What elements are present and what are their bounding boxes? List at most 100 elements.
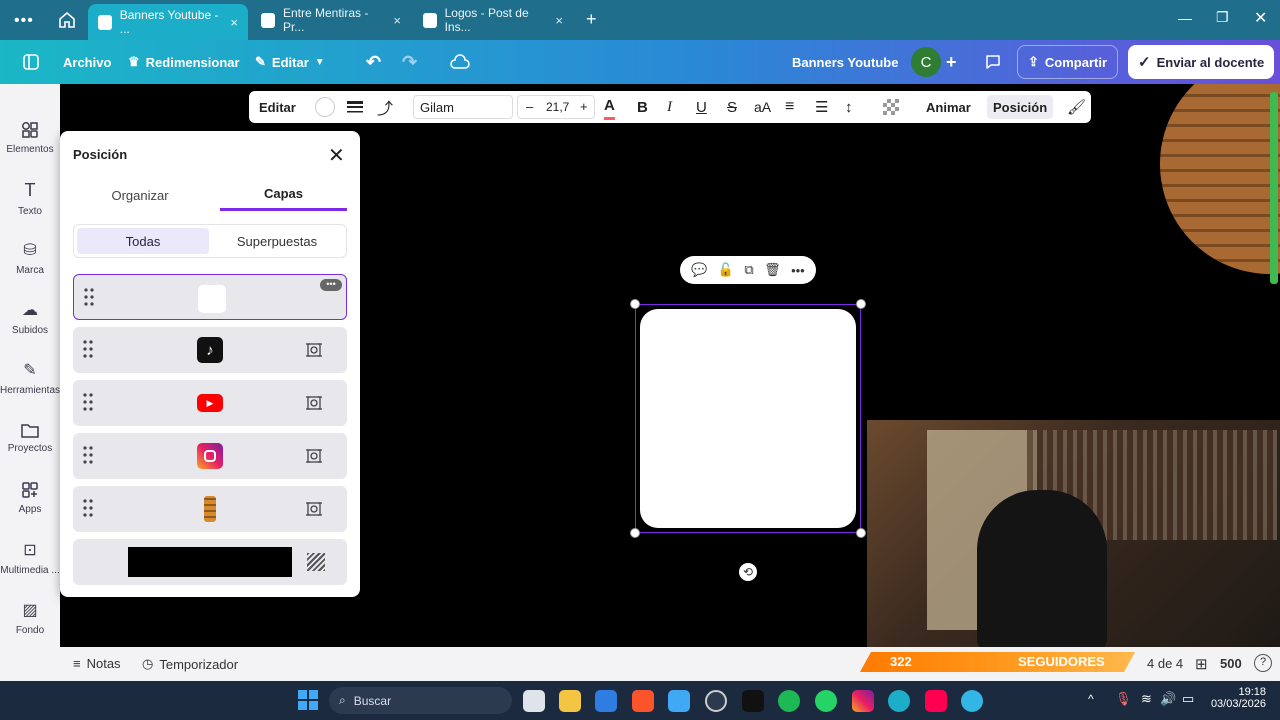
minimize-window-icon[interactable]: —	[1178, 10, 1192, 26]
wifi-icon[interactable]: ≋	[1141, 691, 1152, 707]
layer-row-tiktok[interactable]: ♪	[73, 327, 347, 373]
clock[interactable]: 19:18 03/03/2026	[1208, 686, 1266, 710]
layer-more-icon[interactable]: •••	[320, 279, 342, 291]
filter-overlapping-button[interactable]: Superpuestas	[211, 228, 343, 254]
cloud-save-icon[interactable]	[450, 40, 470, 84]
lock-icon[interactable]: 🔓	[718, 262, 734, 278]
corner-rounding-icon[interactable]: ⤴	[377, 91, 393, 123]
sidebar-item-apps[interactable]: Apps	[0, 468, 60, 528]
taskbar-search[interactable]: ⌕ Buscar	[329, 687, 512, 714]
layer-row-instagram[interactable]	[73, 433, 347, 479]
battery-icon[interactable]: ▭	[1182, 691, 1194, 707]
avatar[interactable]: C	[911, 47, 941, 77]
add-collaborator-icon[interactable]: +	[946, 40, 957, 84]
volume-icon[interactable]: 🔊	[1160, 691, 1176, 707]
notes-button[interactable]: ≡ Notas	[73, 656, 121, 671]
help-icon[interactable]: ?	[1254, 654, 1272, 672]
strikethrough-icon[interactable]: S	[727, 91, 737, 123]
tab-banners-youtube[interactable]: Banners Youtube - ... ×	[88, 4, 248, 40]
sidebar-item-tools[interactable]: ✎ Herramientas	[0, 348, 60, 408]
position-button[interactable]: Posición	[987, 95, 1054, 119]
grid-view-icon[interactable]: ⊞	[1195, 655, 1208, 673]
rotate-handle-icon[interactable]: ⟲	[739, 563, 757, 581]
animate-button[interactable]: Animar	[926, 91, 971, 123]
tab-organize[interactable]: Organizar	[73, 179, 207, 211]
resize-handle-top-right[interactable]	[856, 299, 866, 309]
drag-handle-icon[interactable]	[83, 393, 93, 411]
layer-row-background[interactable]	[73, 539, 347, 585]
resize-button[interactable]: ♛ Redimensionar	[128, 40, 240, 84]
close-tab-icon[interactable]: ×	[393, 13, 401, 28]
scroll-indicator[interactable]	[1270, 92, 1278, 284]
maximize-window-icon[interactable]: ❐	[1216, 9, 1229, 26]
send-to-teacher-button[interactable]: ✓ Enviar al docente	[1128, 45, 1275, 79]
zoom-level[interactable]: 500	[1220, 656, 1242, 671]
drag-handle-icon[interactable]	[84, 288, 94, 306]
new-tab-button[interactable]: +	[586, 9, 597, 30]
text-color-icon[interactable]: A	[604, 94, 615, 120]
bullet-list-icon[interactable]: ☰	[815, 91, 828, 123]
home-icon[interactable]	[58, 11, 76, 29]
toolbar-edit-button[interactable]: Editar	[259, 91, 296, 123]
sidebar-item-projects[interactable]: Proyectos	[0, 408, 60, 468]
design-title[interactable]: Banners Youtube	[792, 40, 898, 84]
drag-handle-icon[interactable]	[83, 499, 93, 517]
share-button[interactable]: ⇪ Compartir	[1017, 45, 1119, 79]
page-counter[interactable]: 4 de 4	[1147, 656, 1183, 671]
fill-color-swatch[interactable]	[315, 97, 335, 117]
border-style-icon[interactable]	[347, 91, 363, 123]
tiktok-live-icon[interactable]	[925, 690, 947, 712]
spacing-icon[interactable]: ↕	[845, 91, 853, 123]
store-icon[interactable]	[595, 690, 617, 712]
font-size-decrease-button[interactable]: –	[526, 99, 533, 114]
sidebar-item-brand[interactable]: ⛁ Marca	[0, 228, 60, 288]
underline-icon[interactable]: U	[696, 91, 707, 123]
redo-icon[interactable]: ↷	[402, 40, 417, 84]
bold-icon[interactable]: B	[637, 91, 648, 123]
undo-icon[interactable]: ↶	[366, 40, 381, 84]
tiktok-app-icon[interactable]	[742, 690, 764, 712]
close-tab-icon[interactable]: ×	[230, 15, 238, 30]
filter-all-button[interactable]: Todas	[77, 228, 209, 254]
photos-icon[interactable]	[668, 690, 690, 712]
close-tab-icon[interactable]: ×	[555, 13, 563, 28]
duplicate-icon[interactable]: ⧉	[744, 262, 753, 278]
layer-row-youtube[interactable]: ▶	[73, 380, 347, 426]
tab-logos[interactable]: Logos - Post de Ins... ×	[413, 4, 573, 36]
paint-format-icon[interactable]: 🖌	[1067, 91, 1086, 123]
canva-app-icon[interactable]	[888, 690, 910, 712]
toggle-sidebar-icon[interactable]	[22, 40, 40, 84]
tab-layers[interactable]: Capas	[220, 179, 347, 211]
letter-case-icon[interactable]: aA	[754, 91, 771, 123]
resize-handle-top-left[interactable]	[630, 299, 640, 309]
trash-icon[interactable]: 🗑	[764, 262, 781, 278]
comment-add-icon[interactable]: 💬	[691, 262, 707, 278]
comments-icon[interactable]	[984, 40, 1002, 84]
resize-handle-bottom-left[interactable]	[630, 528, 640, 538]
align-center-icon[interactable]: ≡	[785, 91, 794, 123]
close-window-icon[interactable]: ✕	[1254, 8, 1267, 28]
more-options-icon[interactable]: •••	[791, 263, 805, 278]
italic-icon[interactable]: I	[667, 91, 672, 123]
task-view-icon[interactable]	[523, 690, 545, 712]
instagram-app-icon[interactable]	[852, 690, 874, 712]
sidebar-item-background[interactable]: ▨ Fondo	[0, 588, 60, 648]
sidebar-item-elements[interactable]: Elementos	[0, 108, 60, 168]
font-size-increase-button[interactable]: +	[580, 99, 588, 114]
obs-icon[interactable]	[705, 690, 727, 712]
brave-browser-icon[interactable]	[632, 690, 654, 712]
sidebar-item-media[interactable]: ⊡ Multimedia ...	[0, 528, 60, 588]
sidebar-item-text[interactable]: T Texto	[0, 168, 60, 228]
edge-browser-icon[interactable]	[961, 690, 983, 712]
drag-handle-icon[interactable]	[83, 446, 93, 464]
transparency-icon[interactable]	[883, 99, 899, 115]
font-family-select[interactable]: Gilam	[413, 95, 513, 119]
font-size-value[interactable]: 21,7	[546, 100, 569, 114]
menu-dots-icon[interactable]: •••	[14, 12, 34, 30]
tray-chevron-up-icon[interactable]: ^	[1088, 692, 1094, 706]
timer-button[interactable]: ◷ Temporizador	[142, 656, 238, 672]
microphone-tray-icon[interactable]: 🎙	[1115, 691, 1132, 707]
sidebar-item-uploads[interactable]: ☁ Subidos	[0, 288, 60, 348]
selected-frame[interactable]	[635, 304, 861, 533]
position-frame-icon[interactable]	[305, 394, 323, 412]
